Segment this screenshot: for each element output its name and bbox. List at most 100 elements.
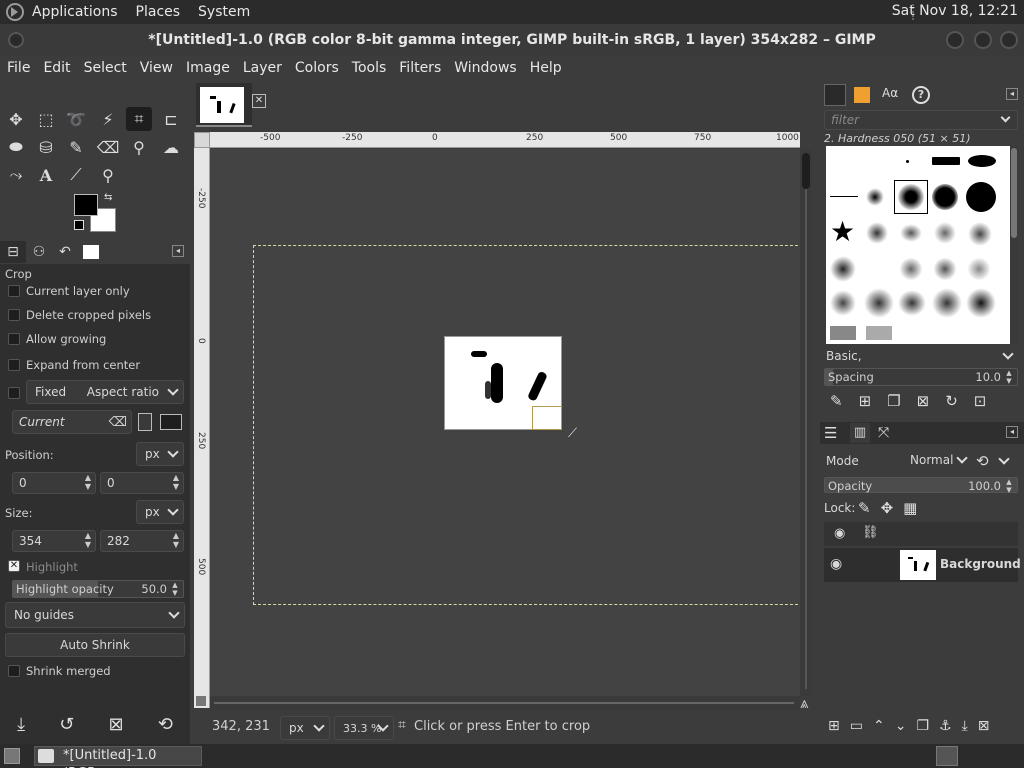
paths-tab-icon[interactable]: ⤧ xyxy=(878,425,889,441)
reset-options-icon[interactable]: ⟲ xyxy=(158,714,173,735)
unified-transform-tool-icon[interactable]: ⊏ xyxy=(158,107,184,131)
menu-image[interactable]: Image xyxy=(186,60,230,76)
shrink-merged-checkbox[interactable] xyxy=(8,665,20,677)
brush-tag-combo[interactable]: Basic, xyxy=(824,346,1018,366)
taskbar-gimp-window[interactable]: *[Untitled]-1.0 (RGB... xyxy=(34,746,202,768)
brushes-tab-icon[interactable] xyxy=(824,84,846,106)
zoom-combo[interactable]: 33.3 % xyxy=(334,716,394,740)
rect-select-tool-icon[interactable]: ⬚ xyxy=(33,107,59,131)
fonts-tab-icon[interactable]: Aα xyxy=(882,86,898,100)
new-layer-group-icon[interactable]: ▭ xyxy=(850,718,863,734)
allow-growing-checkbox[interactable] xyxy=(8,333,20,345)
brush-item[interactable] xyxy=(866,222,888,244)
zoom-tool-icon[interactable]: ⚲ xyxy=(95,163,121,187)
configure-tab-icon[interactable]: ◂ xyxy=(172,245,184,257)
menu-colors[interactable]: Colors xyxy=(295,60,339,76)
chevron-down-icon[interactable] xyxy=(998,453,1010,465)
menu-file[interactable]: File xyxy=(7,60,30,76)
free-select-tool-icon[interactable]: ➰ xyxy=(63,107,89,131)
aspect-current-field[interactable]: Current ⌫ xyxy=(12,410,132,434)
brush-item[interactable] xyxy=(968,222,992,246)
layer-mode-reset-icon[interactable]: ⟲ xyxy=(976,452,989,470)
menu-edit[interactable]: Edit xyxy=(43,60,70,76)
brush-filter-input[interactable]: filter xyxy=(824,110,1018,130)
save-options-icon[interactable]: ⤓ xyxy=(17,714,25,735)
delete-cropped-checkbox[interactable] xyxy=(8,309,20,321)
brush-item[interactable] xyxy=(900,258,922,280)
auto-shrink-button[interactable]: Auto Shrink xyxy=(5,633,185,657)
foreground-color-swatch[interactable] xyxy=(74,194,98,216)
layer-opacity-slider[interactable]: Opacity 100.0 ▲ ▼ xyxy=(824,477,1018,494)
menu-windows[interactable]: Windows xyxy=(454,60,517,76)
smudge-tool-icon[interactable]: ☁ xyxy=(158,135,184,159)
delete-layer-icon[interactable]: ⊠ xyxy=(978,718,990,734)
maximize-button[interactable] xyxy=(974,31,992,49)
configure-layers-tab-icon[interactable]: ◂ xyxy=(1006,426,1018,438)
image-tab[interactable] xyxy=(196,83,252,127)
highlight-opacity-slider[interactable]: Highlight opacity 50.0 ▲ ▼ xyxy=(12,580,184,598)
window-titlebar[interactable]: *[Untitled]-1.0 (RGB color 8-bit gamma i… xyxy=(0,24,1024,56)
lock-alpha-icon[interactable]: ▦ xyxy=(903,499,917,517)
brush-item[interactable] xyxy=(966,288,996,318)
highlight-opacity-spin[interactable]: ▲ ▼ xyxy=(169,581,181,597)
lower-layer-icon[interactable]: ⌄ xyxy=(895,718,907,734)
channels-tab-icon[interactable]: ▥ xyxy=(850,423,870,443)
canvas-area[interactable]: ⟋ xyxy=(210,149,808,696)
text-tool-icon[interactable]: A xyxy=(33,163,59,187)
vertical-scrollbar[interactable] xyxy=(800,149,812,696)
zoom-corner-icon[interactable] xyxy=(196,696,206,706)
restore-options-icon[interactable]: ↺ xyxy=(59,714,74,735)
menu-layer[interactable]: Layer xyxy=(243,60,282,76)
brush-scroll-thumb[interactable] xyxy=(1011,148,1017,238)
horizontal-scrollbar[interactable] xyxy=(210,696,800,710)
close-window-button[interactable] xyxy=(1000,31,1018,49)
clear-field-icon[interactable]: ⌫ xyxy=(109,415,127,430)
new-brush-icon[interactable]: ⊞ xyxy=(859,392,872,410)
tool-options-tab-icon[interactable]: ⊟ xyxy=(0,241,26,263)
minimize-button[interactable] xyxy=(946,31,964,49)
clone-tool-icon[interactable]: ⚲ xyxy=(126,135,152,159)
window-menu-icon[interactable] xyxy=(8,32,24,48)
brush-spacing-spin[interactable]: ▲ ▼ xyxy=(1003,369,1015,385)
eraser-tool-icon[interactable]: ⌫ xyxy=(95,135,121,159)
brush-item[interactable] xyxy=(932,288,962,318)
duplicate-brush-icon[interactable]: ❐ xyxy=(887,392,900,410)
layer-visibility-icon[interactable]: ◉ xyxy=(830,556,842,572)
crop-handle[interactable] xyxy=(532,406,562,430)
guides-combo[interactable]: No guides xyxy=(5,602,185,628)
os-logo-icon[interactable] xyxy=(6,3,24,21)
configure-brushes-tab-icon[interactable]: ◂ xyxy=(1006,88,1018,100)
brush-item[interactable] xyxy=(830,326,856,340)
tray-app-icon[interactable] xyxy=(936,746,958,766)
brush-item[interactable] xyxy=(830,256,856,282)
vertical-ruler[interactable]: -250 0 250 500 xyxy=(194,148,210,708)
brush-item[interactable] xyxy=(932,157,960,165)
brush-item[interactable] xyxy=(900,224,922,242)
help-tab-icon[interactable]: ? xyxy=(912,86,930,104)
size-height-spin[interactable]: ▲ ▼ xyxy=(170,531,182,549)
position-unit-combo[interactable]: px xyxy=(136,442,184,466)
size-width-spin[interactable]: ▲ ▼ xyxy=(82,531,94,549)
patterns-tab-icon[interactable] xyxy=(854,87,870,103)
brush-item[interactable] xyxy=(966,182,996,212)
merge-layer-icon[interactable]: ⤓ xyxy=(962,718,968,734)
new-layer-icon[interactable]: ⊞ xyxy=(828,718,840,734)
swap-colors-icon[interactable]: ⇆ xyxy=(104,192,112,203)
brush-grid[interactable]: ★ xyxy=(826,146,1010,344)
delete-options-icon[interactable]: ⊠ xyxy=(109,714,124,735)
navigate-icon[interactable]: ⩓ xyxy=(800,694,808,712)
anchor-layer-icon[interactable]: ⚓ xyxy=(939,718,952,734)
device-status-tab-icon[interactable]: ⚇ xyxy=(26,241,52,263)
fixed-checkbox[interactable] xyxy=(8,387,20,399)
bucket-fill-tool-icon[interactable]: ⛁ xyxy=(33,135,59,159)
expand-from-center-checkbox[interactable] xyxy=(8,359,20,371)
layer-mode-combo[interactable]: Normal xyxy=(902,448,972,472)
undo-history-tab-icon[interactable]: ↶ xyxy=(52,241,78,263)
lock-position-icon[interactable]: ✥ xyxy=(881,499,894,517)
brush-item[interactable] xyxy=(866,326,892,340)
menu-view[interactable]: View xyxy=(140,60,173,76)
portrait-icon[interactable] xyxy=(138,413,152,431)
duplicate-layer-icon[interactable]: ❐ xyxy=(916,718,929,734)
current-layer-only-checkbox[interactable] xyxy=(8,285,20,297)
brush-item[interactable] xyxy=(906,160,909,163)
